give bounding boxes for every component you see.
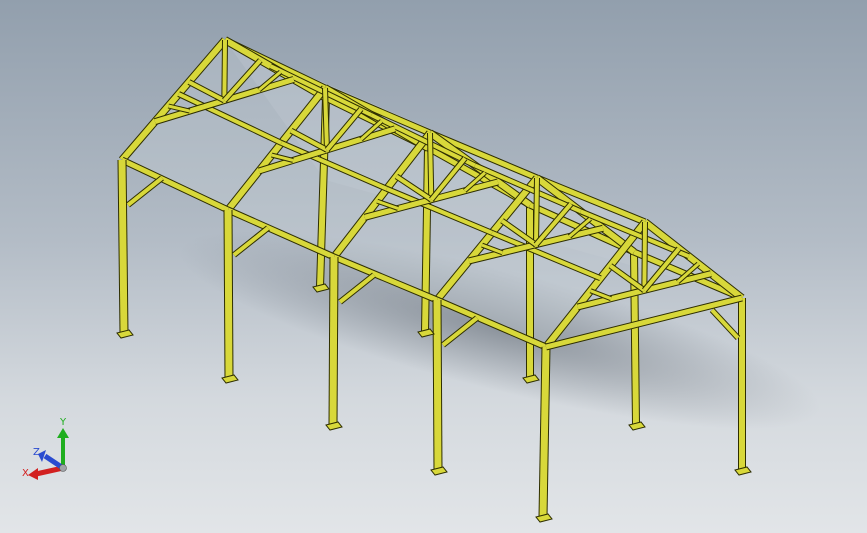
frame-model[interactable] [0, 0, 867, 533]
x-axis-arrow [35, 465, 64, 477]
base-plate [116, 329, 134, 339]
z-axis-label: Z [33, 447, 40, 458]
truss-king-post-face [428, 132, 434, 202]
base-plate [325, 421, 343, 431]
truss-king-post-face [222, 39, 227, 103]
y-axis-label: Y [59, 417, 67, 428]
base-plate [628, 421, 646, 431]
triad-origin [59, 464, 67, 472]
truss-king-post-face [323, 87, 330, 152]
column-front-face [329, 256, 338, 426]
truss-king-post-face [642, 221, 647, 293]
base-plate [430, 466, 448, 476]
base-plate [535, 513, 553, 523]
axis-triad: Y Z X [22, 417, 69, 480]
truss-diagonal-face [609, 264, 646, 292]
column-back-face [422, 147, 431, 333]
y-axis-head [57, 428, 69, 438]
truss-king-post-face [533, 177, 539, 247]
column-front-face [433, 299, 442, 471]
knee-brace-face [126, 176, 164, 207]
column-front-face [224, 209, 233, 379]
x-axis-head [28, 468, 38, 480]
base-plate [734, 466, 752, 476]
column-front-face [539, 346, 550, 518]
column-front-face [118, 159, 128, 334]
base-plate [221, 374, 239, 384]
x-axis-label: X [22, 468, 29, 479]
column-back-face [631, 251, 639, 426]
knee-brace-face [710, 308, 740, 340]
graphics-viewport[interactable]: Y Z X [0, 0, 867, 533]
